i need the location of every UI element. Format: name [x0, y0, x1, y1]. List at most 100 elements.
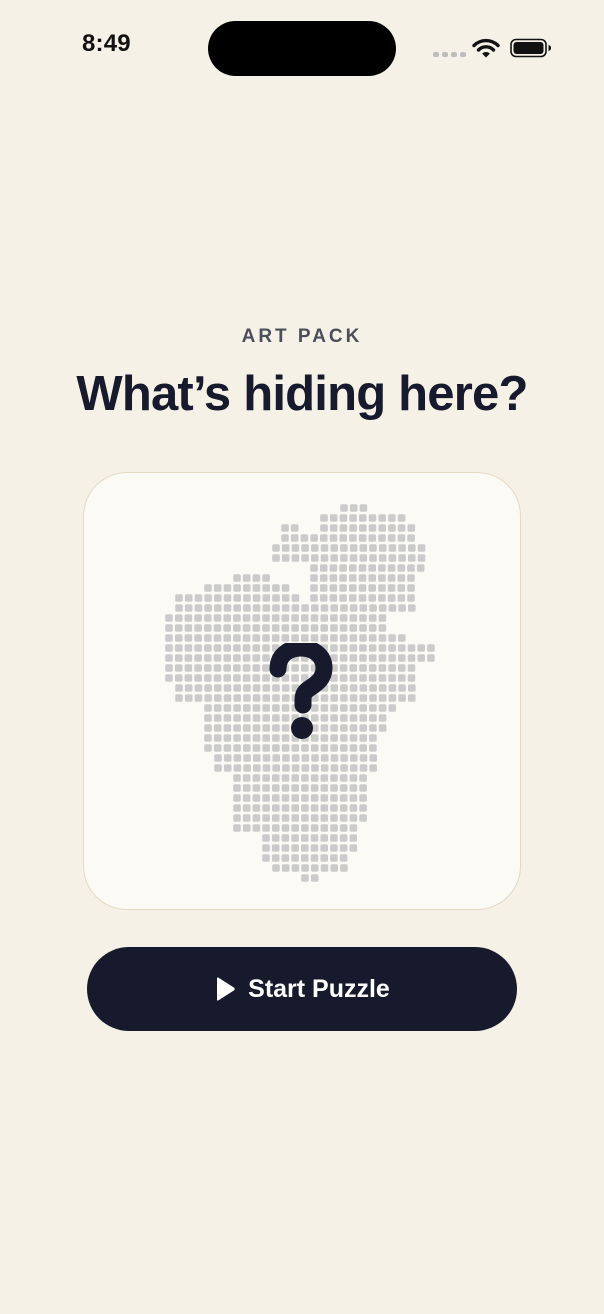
pixel-tile	[213, 734, 222, 742]
pixel-tile	[291, 814, 299, 822]
start-puzzle-button[interactable]: Start Puzzle	[87, 947, 517, 1031]
pixel-tile	[233, 774, 241, 782]
pixel-tile	[397, 584, 406, 592]
pixel-tile	[214, 694, 222, 702]
pixel-tile	[397, 534, 406, 542]
pixel-tile	[349, 514, 357, 522]
pixel-tile	[272, 544, 280, 552]
pixel-tile	[349, 704, 358, 712]
pixel-tile	[339, 804, 348, 812]
pixel-tile	[242, 644, 251, 652]
pixel-tile	[340, 724, 348, 732]
pixel-tile	[262, 824, 270, 832]
pixel-tile	[271, 624, 280, 632]
pixel-tile	[233, 604, 241, 612]
pixel-tile	[359, 554, 368, 562]
pixel-tile	[262, 844, 270, 852]
pixel-tile	[387, 574, 396, 582]
pixel-tile	[213, 714, 222, 722]
puzzle-intro-screen: 8:49 ART PACK What’s hiding here? Start …	[0, 0, 604, 1314]
pixel-tile	[252, 584, 261, 592]
pixel-tile	[281, 774, 290, 782]
pixel-tile	[291, 824, 299, 832]
pixel-tile	[320, 814, 329, 822]
pixel-tile	[378, 604, 387, 612]
pixel-tile	[204, 704, 212, 712]
pixel-tile	[174, 674, 183, 682]
pixel-tile	[272, 764, 280, 772]
pixel-tile	[359, 694, 368, 702]
pixel-tile	[281, 534, 289, 542]
pixel-tile	[330, 754, 339, 762]
pixel-tile	[281, 784, 290, 792]
pixel-tile	[416, 564, 425, 572]
pixel-tile	[281, 814, 290, 822]
pixel-tile	[262, 764, 271, 772]
pixel-tile	[184, 674, 193, 682]
pixel-tile	[368, 674, 377, 682]
pixel-tile	[397, 524, 406, 532]
pixel-tile	[252, 744, 261, 752]
pixel-tile	[340, 764, 348, 772]
pixel-tile	[349, 734, 358, 742]
pixel-tile	[290, 534, 299, 542]
pixel-tile	[330, 544, 338, 552]
pixel-tile	[310, 744, 319, 752]
pixel-tile	[233, 634, 241, 642]
pixel-tile	[388, 524, 396, 532]
pixel-tile	[369, 764, 377, 772]
pixel-tile	[369, 754, 377, 762]
play-icon	[217, 977, 235, 1001]
pixel-tile	[340, 704, 348, 712]
pixel-tile	[319, 574, 328, 582]
pixel-tile	[262, 814, 270, 822]
pixel-tile	[388, 604, 397, 612]
pixel-tile	[329, 564, 338, 572]
pixel-tile	[358, 594, 367, 602]
pixel-tile	[213, 744, 222, 752]
pixel-tile	[223, 714, 232, 722]
pixel-tile	[301, 604, 309, 612]
pixel-tile	[350, 764, 358, 772]
pixel-tile	[281, 634, 290, 642]
pixel-tile	[408, 544, 416, 552]
pixel-tile	[359, 804, 367, 812]
pixel-tile	[233, 754, 242, 762]
pixel-tile	[349, 564, 357, 572]
pixel-tile	[397, 574, 406, 582]
pixel-tile	[262, 604, 271, 612]
pixel-tile	[204, 594, 212, 602]
pixel-tile	[349, 544, 358, 552]
pixel-tile	[349, 524, 357, 532]
pixel-tile	[368, 514, 377, 522]
pixel-tile	[349, 634, 358, 642]
pixel-tile	[175, 694, 183, 702]
pixel-tile	[359, 654, 367, 662]
pixel-tile	[349, 654, 358, 662]
pixel-tile	[204, 674, 212, 682]
pixel-tile	[408, 554, 416, 562]
pixel-tile	[301, 834, 309, 842]
pixel-tile	[301, 744, 309, 752]
pixel-tile	[387, 584, 396, 592]
pixel-tile	[311, 604, 319, 612]
pixel-tile	[320, 784, 329, 792]
pixel-tile	[252, 694, 261, 702]
pixel-tile	[369, 554, 377, 562]
pixel-tile	[242, 774, 251, 782]
pixel-tile	[213, 634, 222, 642]
pixel-tile	[378, 594, 386, 602]
pixel-tile	[388, 634, 396, 642]
pixel-tile	[398, 644, 406, 652]
pixel-tile	[407, 594, 415, 602]
pixel-tile	[368, 634, 377, 642]
pixel-tile	[330, 764, 339, 772]
pixel-tile	[378, 724, 387, 732]
pixel-tile	[301, 874, 309, 882]
pixel-tile	[378, 694, 387, 702]
pixel-tile	[330, 784, 338, 792]
pixel-tile	[165, 674, 173, 682]
pixel-tile	[378, 664, 387, 672]
pixel-tile	[349, 814, 358, 822]
pixel-tile	[281, 594, 290, 602]
